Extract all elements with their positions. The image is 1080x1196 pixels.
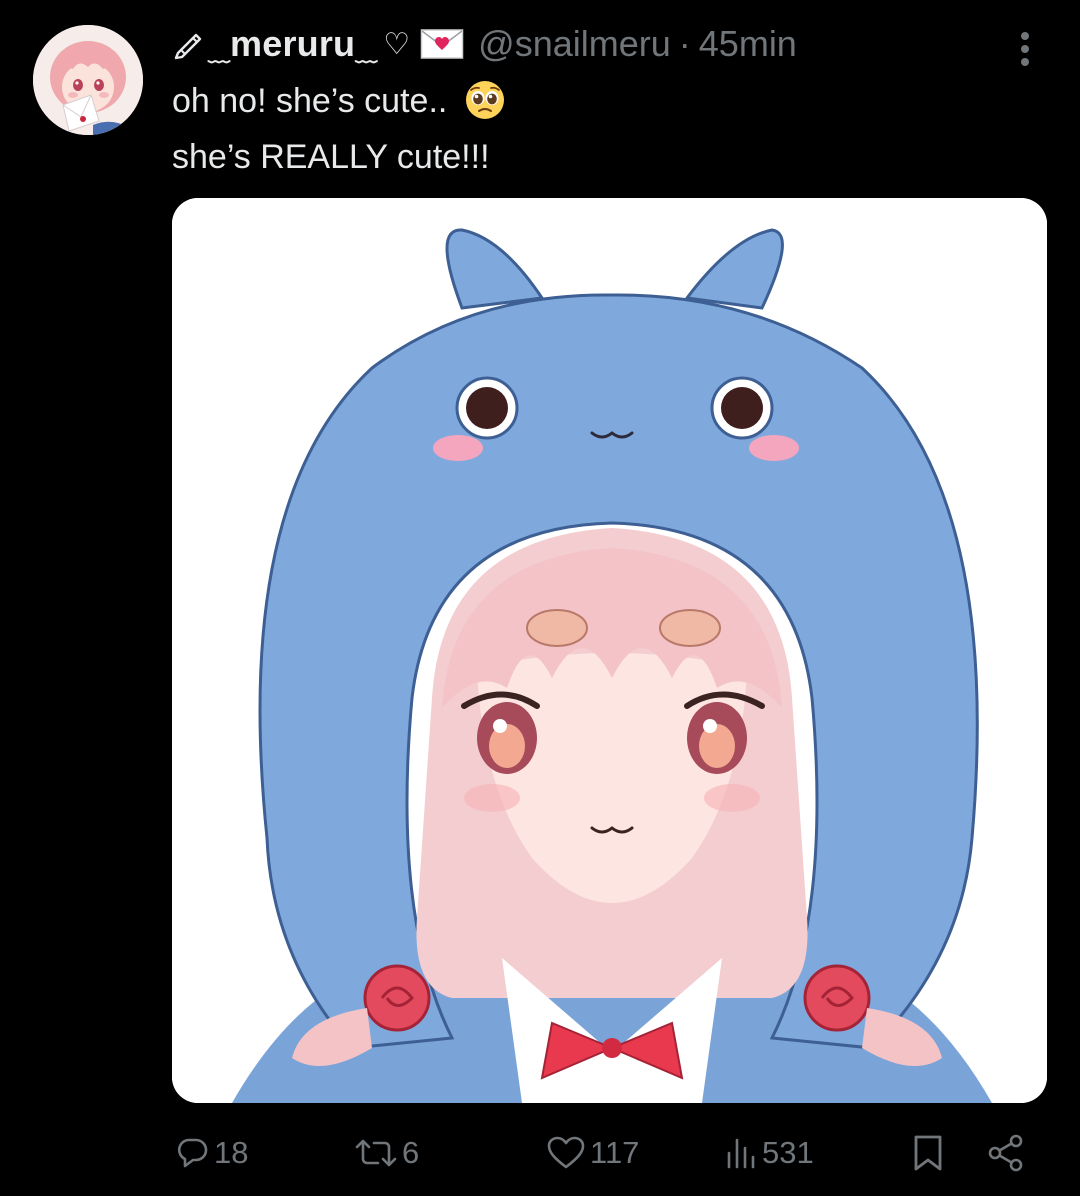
views-button[interactable]: 531 — [724, 1125, 814, 1181]
tweet-header: ﹏ meruru ﹏ ♡ @snailmeru · 45min — [172, 18, 797, 70]
pencil-icon — [174, 33, 202, 60]
tweet-card[interactable]: ﹏ meruru ﹏ ♡ @snailmeru · 45min oh no! s… — [0, 0, 1080, 1196]
reply-icon — [177, 1138, 208, 1168]
bookmark-icon — [914, 1135, 942, 1171]
reply-count: 18 — [214, 1135, 249, 1170]
bookmark-button[interactable] — [910, 1125, 946, 1181]
envelope-heart-icon — [420, 29, 464, 59]
share-icon — [988, 1134, 1023, 1172]
display-name[interactable]: meruru — [230, 23, 355, 65]
tweet-text-1: oh no! she’s cute.. — [172, 82, 448, 120]
tweet-actions: 18 6 117 531 — [0, 1125, 1080, 1185]
timestamp[interactable]: 45min — [699, 23, 797, 65]
tweet-text-2: she’s REALLY cute!!! — [172, 138, 490, 176]
tweet-media-image[interactable] — [172, 198, 1047, 1103]
heart-icon — [547, 1136, 585, 1169]
retweet-count: 6 — [402, 1135, 420, 1170]
heart-outline-icon: ♡ — [383, 27, 411, 61]
tilde-decoration: ﹏ — [355, 41, 378, 66]
views-count: 531 — [762, 1135, 814, 1170]
like-button[interactable]: 117 — [546, 1125, 639, 1181]
tweet-text-line: oh no! she’s cute.. — [172, 80, 505, 121]
share-button[interactable] — [986, 1125, 1026, 1181]
like-count: 117 — [590, 1135, 640, 1170]
retweet-icon — [355, 1139, 397, 1167]
views-icon — [727, 1138, 755, 1169]
more-options-icon[interactable] — [1010, 30, 1040, 70]
anime-girl-blue-hood-image — [172, 198, 1047, 1103]
avatar[interactable] — [33, 25, 143, 135]
retweet-button[interactable]: 6 — [354, 1125, 419, 1181]
reply-button[interactable]: 18 — [174, 1125, 248, 1181]
tweet-text-line: she’s REALLY cute!!! — [172, 138, 490, 177]
avatar-image — [33, 25, 143, 135]
separator-dot: · — [678, 23, 691, 64]
user-handle[interactable]: @snailmeru — [478, 23, 671, 65]
pleading-face-emoji — [465, 81, 504, 119]
tilde-decoration: ﹏ — [208, 41, 231, 66]
